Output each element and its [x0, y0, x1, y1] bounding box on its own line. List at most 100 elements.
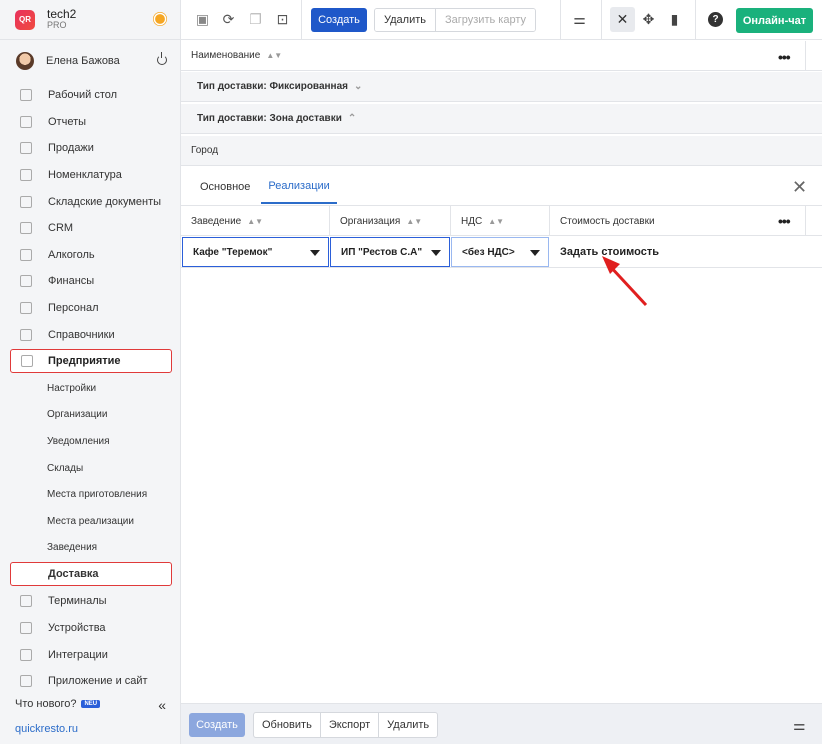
inbox-icon[interactable]: ⊡	[275, 12, 290, 27]
sidebar-item-references[interactable]: Справочники	[0, 321, 181, 348]
tab-main[interactable]: Основное	[193, 169, 257, 204]
column-delivery-cost[interactable]: Стоимость доставки	[550, 206, 806, 236]
refresh-icon[interactable]: ⟳	[221, 12, 236, 27]
sidebar-subitem-warehouses[interactable]: Склады	[0, 455, 181, 482]
more-options-icon[interactable]: •••	[778, 213, 791, 229]
city-row[interactable]: Город	[181, 136, 822, 166]
sidebar-item-alcohol[interactable]: Алкоголь	[0, 242, 181, 269]
new-badge: NEU	[81, 700, 101, 708]
book-icon	[20, 328, 32, 341]
move-icon[interactable]: ✥	[641, 12, 656, 27]
delete-button[interactable]: Удалить	[375, 9, 436, 31]
venue-select[interactable]: Кафе "Теремок"	[182, 237, 329, 267]
avatar[interactable]	[16, 52, 34, 70]
dropdown-arrow-icon	[431, 250, 441, 256]
copy-icon[interactable]: ❐	[248, 12, 263, 27]
sidebar-item-nomenclature[interactable]: Номенклатура	[0, 162, 181, 189]
group-row-fixed[interactable]: Тип доставки: Фиксированная ⌄	[181, 72, 822, 102]
sidebar-subitem-venues[interactable]: Заведения	[0, 535, 181, 562]
sidebar-subitem-delivery[interactable]: Доставка	[10, 562, 172, 587]
sidebar-item-reports[interactable]: Отчеты	[0, 109, 181, 136]
organization-value: ИП "Рестов С.А"	[341, 246, 423, 258]
brand-header: QR tech2 PRO	[0, 0, 181, 40]
user-name: Елена Бажова	[46, 55, 120, 67]
sidebar-item-finance[interactable]: Финансы	[0, 268, 181, 295]
sort-icon[interactable]: ▲▼	[406, 217, 422, 226]
basket-icon	[20, 142, 32, 155]
whats-new-label: Что нового?	[15, 698, 77, 710]
sidebar-item-sales[interactable]: Продажи	[0, 135, 181, 162]
sidebar-subitem-sale-places[interactable]: Места реализации	[0, 508, 181, 535]
sidebar-item-integrations[interactable]: Интеграции	[0, 641, 181, 668]
name-column-header[interactable]: Наименование ▲▼ •••	[181, 41, 822, 71]
tab-realizations[interactable]: Реализации	[261, 169, 337, 204]
sidebar-item-devices[interactable]: Устройства	[0, 615, 181, 642]
chevron-down-icon: ⌄	[353, 81, 363, 92]
sidebar-subitem-settings[interactable]: Настройки	[0, 375, 181, 402]
sidebar-item-label: Персонал	[48, 302, 99, 315]
sidebar-item-label: Алкоголь	[48, 248, 95, 261]
vat-select[interactable]: <без НДС>	[451, 237, 549, 267]
building-icon	[21, 354, 33, 367]
sidebar-subitem-cooking-places[interactable]: Места приготовления	[0, 481, 181, 508]
sidebar-item-label: Терминалы	[48, 595, 107, 608]
set-cost-link[interactable]: Задать стоимость	[550, 237, 806, 267]
collapse-sidebar-icon[interactable]: «	[158, 697, 166, 713]
column-venue[interactable]: Заведение ▲▼	[181, 206, 330, 236]
sidebar-item-app-site[interactable]: Приложение и сайт	[0, 668, 181, 695]
dropdown-arrow-icon	[310, 250, 320, 256]
sidebar-item-label: Приложение и сайт	[48, 675, 148, 688]
sort-icon[interactable]: ▲▼	[247, 217, 263, 226]
sidebar-item-label: Рабочий стол	[48, 89, 118, 102]
group-fixed-label: Тип доставки: Фиксированная	[197, 81, 348, 92]
more-options-icon[interactable]: •••	[778, 49, 791, 65]
column-label: Заведение	[191, 215, 242, 227]
load-map-button[interactable]: Загрузить карту	[436, 9, 535, 31]
link-icon	[20, 648, 32, 661]
whats-new-link[interactable]: Что нового? NEU	[15, 698, 101, 710]
sidebar-item-staff[interactable]: Персонал	[0, 295, 181, 322]
app-icon	[20, 675, 32, 688]
help-icon[interactable]: ?	[708, 12, 723, 27]
main-content: Наименование ▲▼ ••• Тип доставки: Фиксир…	[181, 41, 822, 703]
organization-select[interactable]: ИП "Рестов С.А"	[330, 237, 450, 267]
logout-icon[interactable]	[157, 52, 167, 65]
tools-icon: ✕	[616, 11, 629, 27]
sort-icon[interactable]: ▲▼	[488, 217, 504, 226]
theme-toggle-icon[interactable]	[155, 14, 165, 24]
footer-button-group: Обновить Экспорт Удалить	[253, 712, 439, 738]
columns-settings-icon[interactable]: ⚌	[793, 717, 806, 734]
sidebar-item-enterprise[interactable]: Предприятие	[10, 348, 172, 373]
trash-icon[interactable]: ▮	[667, 12, 682, 27]
name-header-label: Наименование	[191, 50, 261, 61]
gauge-icon	[20, 89, 32, 102]
save-icon[interactable]: ▣	[195, 12, 210, 27]
column-organization[interactable]: Организация ▲▼	[330, 206, 451, 236]
footer-delete-button[interactable]: Удалить	[379, 713, 437, 737]
group-row-zone[interactable]: Тип доставки: Зона доставки ⌃	[181, 104, 822, 134]
sidebar-subitem-organizations[interactable]: Организации	[0, 402, 181, 429]
sidebar-item-warehouse-docs[interactable]: Складские документы	[0, 188, 181, 215]
sidebar-item-label: Складские документы	[48, 195, 162, 208]
footer-create-button[interactable]: Создать	[189, 713, 245, 737]
sidebar-item-label: Интеграции	[48, 648, 108, 661]
printer-icon	[20, 621, 32, 634]
filter-settings-icon[interactable]: ⚌	[572, 12, 587, 27]
sidebar-item-terminals[interactable]: Терминалы	[0, 588, 181, 615]
online-chat-button[interactable]: Онлайн-чат	[736, 8, 813, 33]
close-icon[interactable]: ✕	[792, 177, 807, 198]
site-link[interactable]: quickresto.ru	[15, 723, 78, 735]
sidebar-item-dashboard[interactable]: Рабочий стол	[0, 82, 181, 109]
sidebar-subitem-notifications[interactable]: Уведомления	[0, 428, 181, 455]
export-button[interactable]: Экспорт	[321, 713, 380, 737]
app-logo[interactable]: QR	[15, 9, 35, 30]
warehouse-icon	[20, 195, 32, 208]
create-button[interactable]: Создать	[311, 8, 367, 32]
refresh-button[interactable]: Обновить	[254, 713, 321, 737]
sort-icon[interactable]: ▲▼	[266, 51, 282, 60]
sidebar-item-crm[interactable]: CRM	[0, 215, 181, 242]
column-vat[interactable]: НДС ▲▼	[451, 206, 550, 236]
sidebar-item-label: Финансы	[48, 275, 95, 288]
annotation-arrow-icon	[602, 256, 648, 307]
sidebar-nav: Рабочий стол Отчеты Продажи Номенклатура…	[0, 82, 181, 694]
